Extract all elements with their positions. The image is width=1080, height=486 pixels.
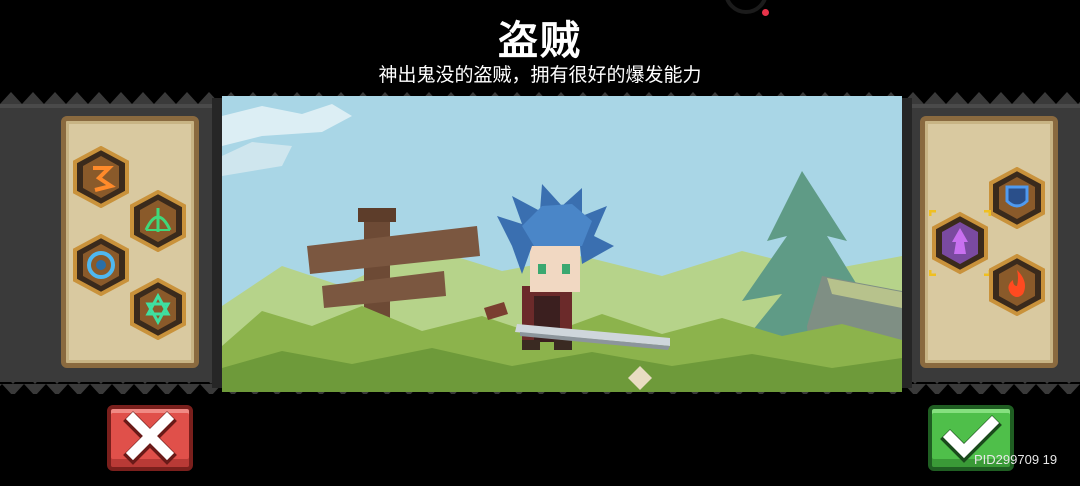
bow-arrow-icon bbox=[130, 190, 186, 252]
player-id-label: PID299709 19 bbox=[974, 452, 1058, 467]
skill-slot-shield[interactable] bbox=[989, 167, 1045, 229]
character-name: 盗贼 bbox=[498, 18, 582, 64]
skill-slot-dark-flame-selected[interactable] bbox=[929, 210, 991, 276]
dash-rune-icon bbox=[73, 146, 129, 208]
shield-icon bbox=[989, 167, 1045, 229]
skill-slot-fire[interactable] bbox=[989, 254, 1045, 316]
cancel-button[interactable] bbox=[107, 405, 193, 471]
fire-icon bbox=[989, 254, 1045, 316]
dark-flame-icon bbox=[929, 210, 991, 276]
character-preview-scene bbox=[222, 96, 902, 392]
close-x-icon bbox=[123, 411, 177, 465]
swirl-vortex-icon bbox=[73, 234, 129, 296]
character-description: 神出鬼没的盗贼，拥有很好的爆发能力 bbox=[378, 64, 702, 86]
skill-slot-hexagram[interactable] bbox=[130, 278, 186, 340]
skill-slot-dash[interactable] bbox=[73, 146, 129, 208]
skill-slot-bow[interactable] bbox=[130, 190, 186, 252]
skill-slot-vortex[interactable] bbox=[73, 234, 129, 296]
hexagram-star-icon bbox=[130, 278, 186, 340]
